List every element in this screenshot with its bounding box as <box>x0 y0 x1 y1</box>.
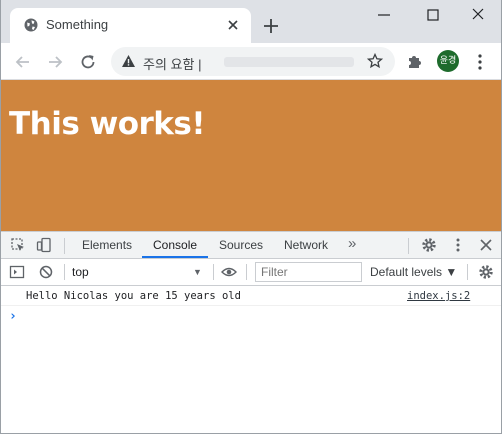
more-tabs-icon[interactable]: » <box>348 235 356 252</box>
console-toolbar: top ▼ Default levels ▼ <box>1 259 501 286</box>
url-text <box>224 57 354 67</box>
toolbar-divider <box>246 264 247 280</box>
devtools-panel: Elements Console Sources Network » top ▼… <box>1 231 501 433</box>
globe-icon <box>24 18 38 32</box>
toolbar-divider <box>467 264 468 280</box>
more-menu-icon[interactable] <box>477 53 483 71</box>
warning-icon[interactable] <box>121 54 136 68</box>
minimize-icon[interactable] <box>373 6 395 24</box>
console-message-text: Hello Nicolas you are 15 years old <box>26 290 241 302</box>
toolbar-divider <box>64 238 65 254</box>
toolbar-divider <box>408 238 409 254</box>
device-toolbar-icon[interactable] <box>36 237 52 253</box>
profile-avatar[interactable]: 윤경 <box>437 50 459 72</box>
live-expression-eye-icon[interactable] <box>221 264 237 280</box>
chevron-down-icon: ▼ <box>193 267 202 277</box>
tab-console[interactable]: Console <box>153 238 197 252</box>
browser-tab[interactable]: Something <box>10 8 251 43</box>
page-heading: This works! <box>9 106 206 142</box>
context-select[interactable]: top <box>72 265 207 281</box>
close-devtools-icon[interactable] <box>478 237 494 253</box>
inspect-element-icon[interactable] <box>10 237 26 253</box>
new-tab-icon[interactable] <box>262 17 280 35</box>
tab-title: Something <box>46 17 109 32</box>
settings-gear-icon[interactable] <box>421 237 437 253</box>
console-filter-input[interactable] <box>255 262 362 282</box>
back-arrow-icon[interactable] <box>13 52 33 72</box>
sidebar-toggle-icon[interactable] <box>9 264 25 280</box>
tab-strip: Something <box>1 0 501 43</box>
toolbar-divider <box>64 264 65 280</box>
address-bar[interactable]: 주의 요함 | <box>111 47 395 76</box>
tab-elements[interactable]: Elements <box>82 238 132 252</box>
reload-icon[interactable] <box>78 52 98 72</box>
browser-toolbar: 주의 요함 | 윤경 <box>1 43 501 80</box>
console-message: Hello Nicolas you are 15 years old index… <box>1 286 501 306</box>
extensions-puzzle-icon[interactable] <box>406 53 424 71</box>
console-source-link[interactable]: index.js:2 <box>407 290 470 302</box>
bookmark-star-icon[interactable] <box>367 53 383 69</box>
toolbar-divider <box>213 264 214 280</box>
console-prompt[interactable]: › <box>9 309 17 324</box>
page-viewport: This works! <box>1 80 501 231</box>
forward-arrow-icon[interactable] <box>45 52 65 72</box>
devtools-menu-icon[interactable] <box>450 237 466 253</box>
tab-network[interactable]: Network <box>284 238 328 252</box>
tab-sources[interactable]: Sources <box>219 238 263 252</box>
active-tab-indicator <box>142 256 208 258</box>
close-tab-icon[interactable] <box>226 18 240 32</box>
browser-window: Something 주의 요함 | 윤경 This works! Element… <box>0 0 502 434</box>
log-levels-dropdown[interactable]: Default levels ▼ <box>370 265 457 279</box>
clear-console-icon[interactable] <box>38 264 54 280</box>
security-status-text: 주의 요함 | <box>143 57 202 72</box>
devtools-tab-bar: Elements Console Sources Network » <box>1 232 501 259</box>
console-settings-gear-icon[interactable] <box>478 264 494 280</box>
maximize-icon[interactable] <box>422 6 444 24</box>
window-close-icon[interactable] <box>467 6 489 24</box>
